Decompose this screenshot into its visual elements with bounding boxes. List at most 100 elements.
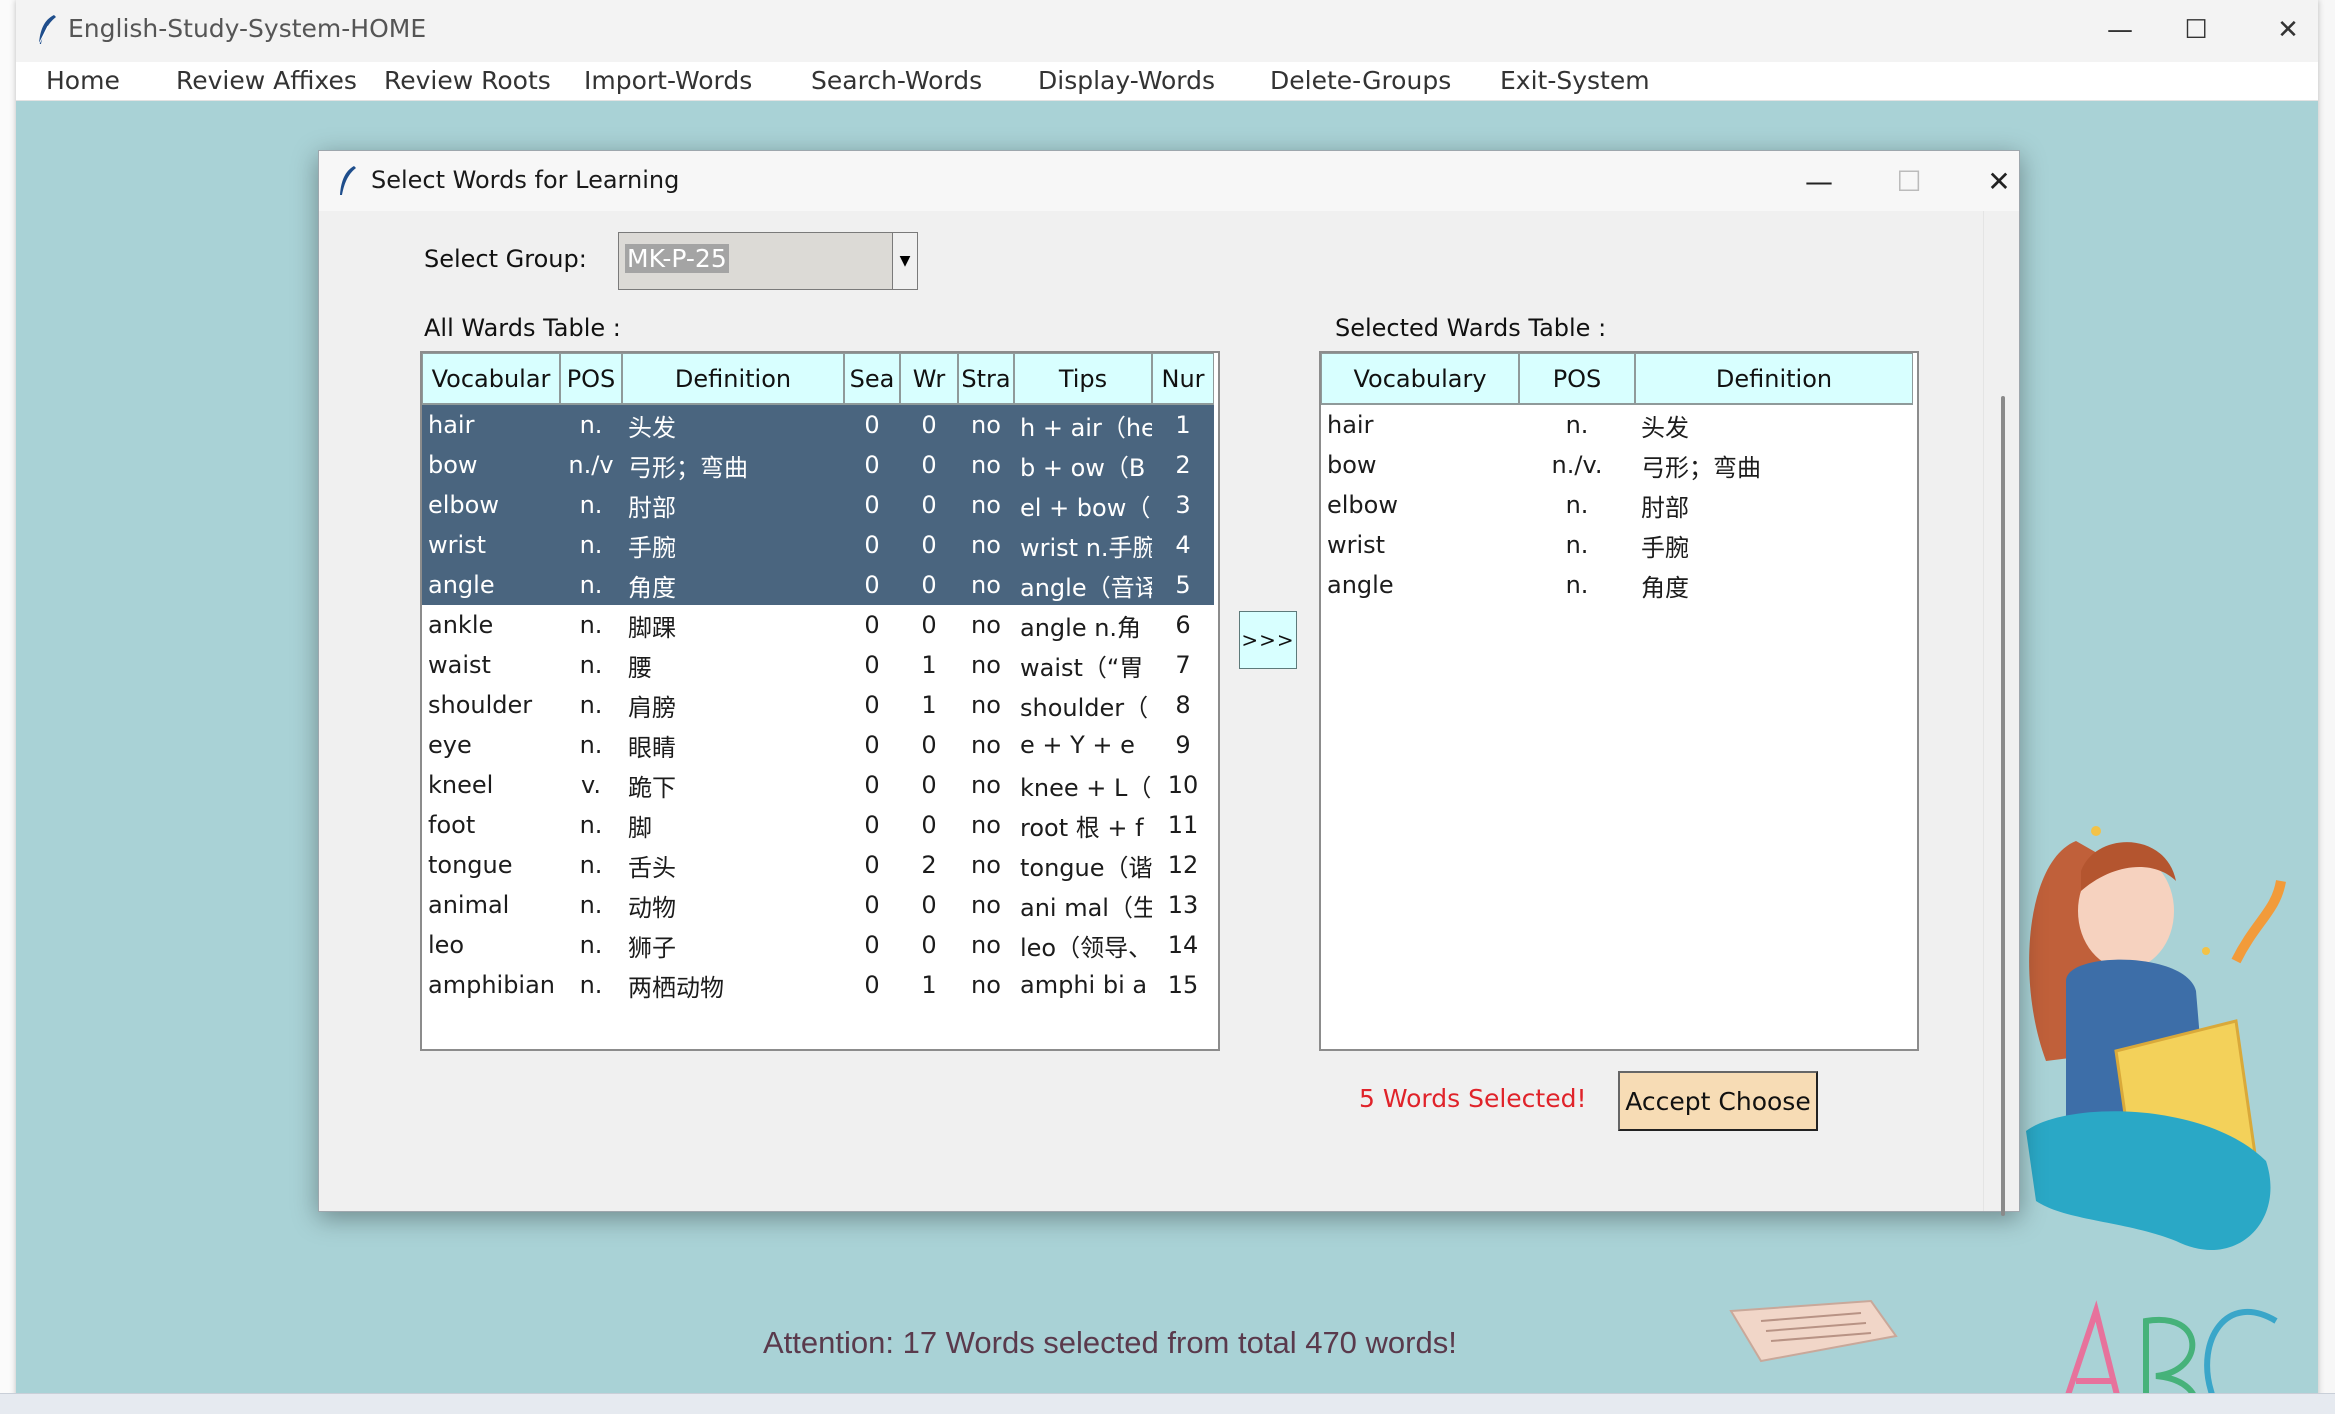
- dialog-minimize-button[interactable]: —: [1789, 157, 1849, 205]
- cell-num: 5: [1175, 571, 1191, 599]
- table-row[interactable]: foot n. 脚 0 0 no root 根 + f 11: [422, 805, 1214, 845]
- menu-review-roots[interactable]: Review Roots: [384, 66, 551, 95]
- menu-review-affixes[interactable]: Review Affixes: [176, 66, 357, 95]
- dialog-scrollbar[interactable]: [1983, 211, 2002, 1211]
- cell-num: 4: [1175, 531, 1191, 559]
- table-row[interactable]: bow n./v. 弓形；弯曲: [1321, 445, 1913, 485]
- cell-vocab: leo: [428, 931, 465, 959]
- minimize-button[interactable]: —: [2088, 6, 2152, 54]
- table-row[interactable]: animal n. 动物 0 0 no ani mal（生 13: [422, 885, 1214, 925]
- cell-num: 3: [1175, 491, 1191, 519]
- column-header-vocabulary[interactable]: Vocabular: [422, 353, 560, 405]
- cell-def: 肘部: [1641, 493, 1689, 522]
- move-to-selected-button[interactable]: >>>: [1239, 611, 1297, 669]
- cell-sea: 0: [864, 491, 880, 519]
- close-button[interactable]: ✕: [2256, 6, 2320, 54]
- cell-def: 动物: [628, 893, 676, 922]
- menu-exit-system[interactable]: Exit-System: [1500, 66, 1650, 95]
- cell-vocab: kneel: [428, 771, 494, 799]
- cell-vocab: angle: [1327, 571, 1394, 599]
- cell-sea: 0: [864, 571, 880, 599]
- cell-tips: leo（领导、: [1020, 933, 1152, 962]
- table-row[interactable]: hair n. 头发 0 0 no h + air（he 1: [422, 405, 1214, 445]
- cell-pos: n.: [579, 851, 603, 879]
- cell-tips: b + ow（B: [1020, 453, 1146, 482]
- cell-tips: amphi bi a: [1020, 971, 1148, 999]
- cell-wr: 0: [921, 451, 937, 479]
- cell-vocab: angle: [428, 571, 495, 599]
- table-row[interactable]: ankle n. 脚踝 0 0 no angle n.角 6: [422, 605, 1214, 645]
- cell-def: 头发: [1641, 413, 1689, 442]
- feather-icon: [38, 15, 56, 45]
- column-header-search[interactable]: Sea: [844, 353, 900, 405]
- column-header-tips[interactable]: Tips: [1014, 353, 1152, 405]
- cell-stra: no: [971, 731, 1001, 759]
- dialog-close-button[interactable]: ✕: [1969, 157, 2029, 205]
- column-header-definition[interactable]: Definition: [622, 353, 844, 405]
- table-row[interactable]: leo n. 狮子 0 0 no leo（领导、 14: [422, 925, 1214, 965]
- table-row[interactable]: waist n. 腰 0 1 no waist（“胃 7: [422, 645, 1214, 685]
- main-window-title: English-Study-System-HOME: [68, 14, 427, 43]
- cell-wr: 0: [921, 611, 937, 639]
- minimize-icon: —: [2107, 15, 2133, 45]
- selected-words-table[interactable]: Vocabulary POS Definition hair n. 头发 bow n./…: [1319, 351, 1919, 1051]
- cell-tips: angle n.角: [1020, 613, 1142, 642]
- cell-def: 跪下: [628, 773, 676, 802]
- cell-def: 角度: [1641, 573, 1689, 602]
- cell-vocab: wrist: [428, 531, 487, 559]
- table-row[interactable]: shoulder n. 肩膀 0 1 no shoulder（ 8: [422, 685, 1214, 725]
- column-header-vocabulary[interactable]: Vocabulary: [1321, 353, 1519, 405]
- menu-display-words[interactable]: Display-Words: [1038, 66, 1215, 95]
- maximize-button[interactable]: ☐: [2164, 6, 2228, 54]
- column-header-strange[interactable]: Stra: [958, 353, 1014, 405]
- dialog-maximize-button[interactable]: ☐: [1879, 157, 1939, 205]
- cell-def: 弓形；弯曲: [628, 453, 748, 482]
- cell-tips: angle（音译: [1020, 573, 1152, 602]
- column-header-pos[interactable]: POS: [560, 353, 622, 405]
- table-row[interactable]: wrist n. 手腕 0 0 no wrist n.手腕 4: [422, 525, 1214, 565]
- group-select[interactable]: MK-P-25 ▼: [618, 232, 918, 290]
- cell-sea: 0: [864, 531, 880, 559]
- accept-choose-button[interactable]: Accept Choose: [1618, 1071, 1818, 1131]
- column-header-definition[interactable]: Definition: [1635, 353, 1913, 405]
- cell-def: 两栖动物: [628, 973, 724, 1002]
- dialog-title-bar[interactable]: Select Words for Learning — ☐ ✕: [319, 151, 2019, 211]
- cell-tips: e + Y + e: [1020, 731, 1135, 759]
- cell-sea: 0: [864, 931, 880, 959]
- cell-pos: n.: [579, 891, 603, 919]
- dialog-scrollbar-thumb[interactable]: [2001, 396, 2005, 1216]
- cell-vocab: bow: [428, 451, 478, 479]
- menu-search-words[interactable]: Search-Words: [811, 66, 982, 95]
- all-words-table[interactable]: Vocabular POS Definition Sea Wr Stra Tip…: [420, 351, 1220, 1051]
- cell-pos: v.: [581, 771, 601, 799]
- chevron-down-icon[interactable]: ▼: [892, 233, 917, 289]
- column-header-wrong[interactable]: Wr: [900, 353, 958, 405]
- table-row[interactable]: tongue n. 舌头 0 2 no tongue（谐 12: [422, 845, 1214, 885]
- all-words-header: Vocabular POS Definition Sea Wr Stra Tip…: [422, 353, 1214, 405]
- cell-num: 7: [1175, 651, 1191, 679]
- menu-home[interactable]: Home: [46, 66, 120, 95]
- table-row[interactable]: angle n. 角度: [1321, 565, 1913, 605]
- table-row[interactable]: elbow n. 肘部 0 0 no el + bow（ 3: [422, 485, 1214, 525]
- column-header-number[interactable]: Nur: [1152, 353, 1214, 405]
- column-header-pos[interactable]: POS: [1519, 353, 1635, 405]
- table-row[interactable]: bow n./v 弓形；弯曲 0 0 no b + ow（B 2: [422, 445, 1214, 485]
- cell-vocab: hair: [1327, 411, 1374, 439]
- table-row[interactable]: wrist n. 手腕: [1321, 525, 1913, 565]
- background-window-edge: [0, 0, 17, 1413]
- table-row[interactable]: hair n. 头发: [1321, 405, 1913, 445]
- cell-num: 2: [1175, 451, 1191, 479]
- main-title-bar[interactable]: English-Study-System-HOME — ☐ ✕: [16, 0, 2318, 62]
- table-row[interactable]: kneel v. 跪下 0 0 no knee + L（ 10: [422, 765, 1214, 805]
- cell-wr: 0: [921, 411, 937, 439]
- table-row[interactable]: elbow n. 肘部: [1321, 485, 1913, 525]
- table-row[interactable]: amphibian n. 两栖动物 0 1 no amphi bi a 15: [422, 965, 1214, 1005]
- table-row[interactable]: angle n. 角度 0 0 no angle（音译 5: [422, 565, 1214, 605]
- menu-import-words[interactable]: Import-Words: [584, 66, 752, 95]
- table-row[interactable]: eye n. 眼睛 0 0 no e + Y + e 9: [422, 725, 1214, 765]
- cell-pos: n.: [1565, 571, 1589, 599]
- cell-wr: 1: [921, 971, 937, 999]
- maximize-icon: ☐: [1896, 164, 1922, 198]
- menu-delete-groups[interactable]: Delete-Groups: [1270, 66, 1451, 95]
- cell-def: 肩膀: [628, 693, 676, 722]
